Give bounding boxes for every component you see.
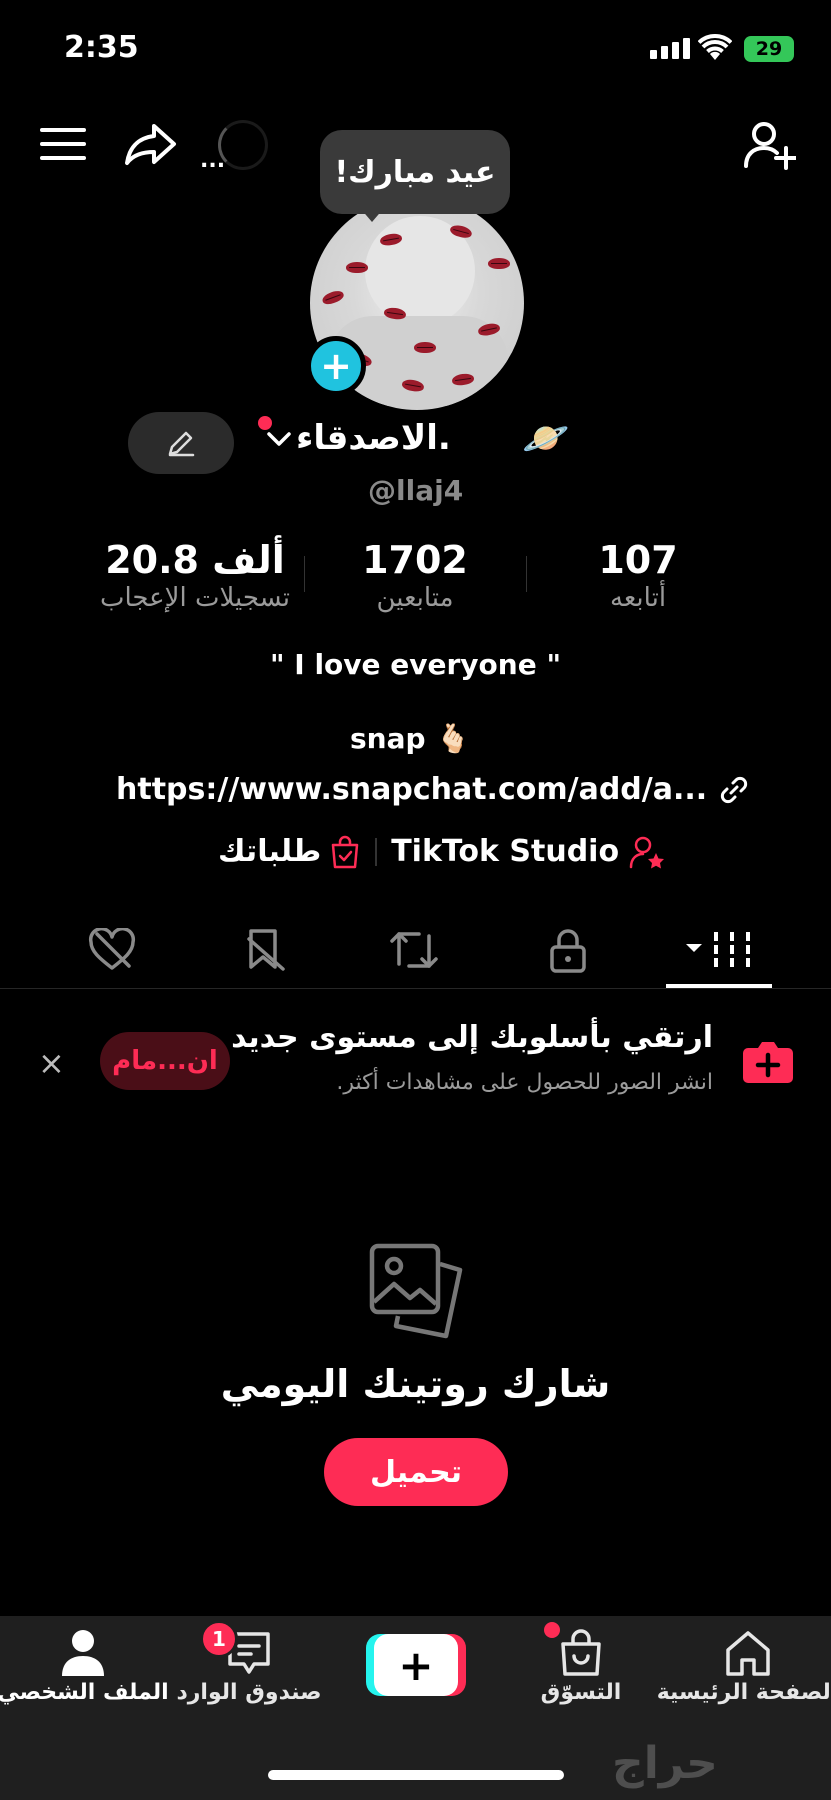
link-icon (721, 776, 748, 803)
profile-link[interactable]: https://www.snapchat.com/add/a... (116, 772, 749, 807)
photo-plus-icon (743, 1042, 793, 1083)
tab-videos[interactable] (684, 920, 754, 980)
tab-favorites-hidden[interactable] (236, 920, 296, 980)
orders-label[interactable]: طلباتك (218, 834, 321, 869)
heart-hidden-icon (88, 928, 136, 970)
battery-indicator: 29 (744, 36, 794, 62)
tiktok-studio-link[interactable]: TikTok Studio (391, 834, 665, 869)
promo-subtitle: انشر الصور للحصول على مشاهدات أكثر. (336, 1070, 713, 1095)
tab-private[interactable] (538, 920, 598, 980)
notification-dot (258, 416, 272, 430)
nav-inbox-label: صندوق الوارد (176, 1680, 322, 1705)
nav-profile[interactable]: الملف الشخصي (0, 1628, 169, 1705)
edit-profile-button[interactable] (128, 412, 234, 474)
nav-inbox[interactable]: صندوق الوارد (166, 1628, 332, 1705)
stat-following[interactable]: 107 أتابعه (578, 538, 698, 614)
tab-reposts[interactable] (384, 920, 444, 980)
chevron-down-icon[interactable] (266, 430, 292, 448)
home-indicator (268, 1770, 564, 1780)
bookmark-hidden-icon (247, 929, 285, 971)
upload-button[interactable]: تحميل (324, 1438, 508, 1506)
stat-likes[interactable]: 20.8 ألف تسجيلات الإعجاب (80, 538, 310, 614)
stat-likes-label: تسجيلات الإعجاب (99, 583, 291, 613)
shopping-bag-check-icon (331, 835, 359, 868)
nav-shop[interactable]: التسوّق (498, 1628, 664, 1705)
loading-spinner (218, 120, 268, 170)
bio-snap: snap 🫰🏻 (350, 722, 470, 755)
repost-icon (390, 932, 438, 968)
snap-text: snap (350, 722, 426, 755)
pencil-icon (168, 431, 195, 457)
bio-text: " I love everyone " (269, 648, 562, 681)
tab-liked-hidden[interactable] (82, 920, 142, 980)
close-icon[interactable]: × (38, 1044, 65, 1082)
nav-home[interactable]: الصفحة الرئيسية (657, 1628, 831, 1705)
stat-followers-label: متابعين (376, 583, 454, 613)
stat-following-value: 107 (598, 538, 678, 582)
hand-emoji: 🫰🏻 (435, 722, 471, 755)
home-icon (725, 1631, 770, 1676)
username: @llaj4 (368, 474, 464, 507)
inbox-badge: 1 (200, 1620, 238, 1658)
nav-home-label: الصفحة الرئيسية (656, 1680, 831, 1705)
creator-tools-row: طلباتك TikTok Studio (218, 834, 665, 869)
signal-icon (650, 38, 690, 59)
photos-icon (369, 1243, 463, 1339)
shopping-bag-icon (561, 1629, 601, 1676)
stat-divider (526, 556, 527, 592)
nav-profile-label: الملف الشخصي (0, 1680, 169, 1705)
promo-title: ارتقي بأسلوبك إلى مستوى جديد (231, 1020, 713, 1055)
add-story-button[interactable]: + (306, 336, 366, 396)
orders-link[interactable]: طلباتك (218, 834, 361, 869)
display-name[interactable]: .الاصدقاء (296, 418, 451, 458)
status-bubble[interactable]: عيد مبارك! (320, 130, 510, 214)
tabs-divider (0, 988, 831, 989)
studio-label[interactable]: TikTok Studio (391, 834, 619, 869)
lock-icon (550, 929, 586, 973)
share-icon[interactable] (124, 122, 178, 166)
join-button[interactable]: ان...مام (100, 1032, 230, 1090)
stat-followers[interactable]: 1702 متابعين (345, 538, 485, 614)
person-icon (62, 1630, 104, 1676)
row-divider (375, 837, 378, 866)
shop-notification-dot (544, 1622, 560, 1638)
stat-likes-value: 20.8 ألف (105, 538, 285, 582)
more-dots[interactable]: ... (200, 148, 225, 173)
status-time: 2:35 (64, 30, 139, 65)
stat-following-label: أتابعه (609, 583, 667, 613)
watermark-logo: حراج (612, 1738, 718, 1789)
stat-followers-value: 1702 (362, 538, 468, 582)
grid-dropdown-icon (686, 932, 750, 968)
link-text[interactable]: https://www.snapchat.com/add/a... (116, 772, 707, 807)
plus-icon: + (374, 1634, 458, 1696)
create-button[interactable]: + (366, 1634, 466, 1696)
planet-emoji: 🪐 (522, 416, 570, 460)
wifi-icon (698, 34, 732, 60)
creator-star-icon (629, 836, 665, 868)
empty-state-title: شارك روتينك اليومي (220, 1362, 611, 1406)
add-friend-icon[interactable] (744, 120, 796, 170)
menu-icon[interactable] (40, 126, 86, 162)
stat-divider (304, 556, 305, 592)
nav-shop-label: التسوّق (540, 1680, 622, 1705)
